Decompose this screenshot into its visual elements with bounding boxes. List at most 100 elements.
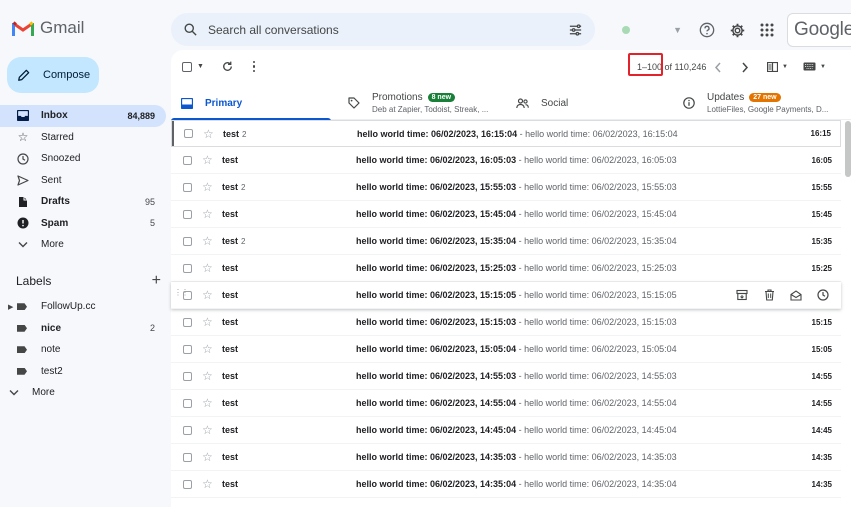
- gmail-logo[interactable]: Gmail: [12, 18, 84, 38]
- status-selector[interactable]: ▼: [614, 19, 690, 41]
- scrollbar[interactable]: [845, 121, 851, 177]
- email-row[interactable]: ☆ test hello world time: 06/02/2023, 14:35…: [171, 471, 841, 498]
- row-checkbox[interactable]: [183, 479, 192, 489]
- row-checkbox[interactable]: [183, 317, 192, 327]
- sender-name: test: [222, 479, 239, 489]
- more-options-icon[interactable]: [251, 60, 257, 73]
- email-subject: hello world time: 06/02/2023, 14:45:04: [356, 425, 517, 435]
- labels-header: Labels +: [16, 273, 161, 289]
- row-checkbox[interactable]: [184, 129, 193, 138]
- next-page-icon[interactable]: [741, 62, 749, 73]
- email-snippet: hello world time: 06/02/2023, 16:05:03: [524, 155, 677, 165]
- email-row[interactable]: ☆ test 2 hello world time: 06/02/2023, 15:3…: [171, 228, 841, 255]
- star-icon[interactable]: ☆: [202, 451, 213, 463]
- email-row[interactable]: ⋮⋮ ☆ test hello world time: 06/02/2023, 15:…: [171, 282, 841, 309]
- select-dropdown-icon[interactable]: ▼: [197, 63, 204, 70]
- search-bar[interactable]: Search all conversations: [171, 13, 595, 46]
- star-icon[interactable]: ☆: [202, 154, 213, 166]
- star-icon[interactable]: ☆: [202, 208, 213, 220]
- split-pane-toggle[interactable]: ▼: [767, 62, 788, 72]
- sidebar-item-spam[interactable]: Spam 5: [0, 213, 166, 235]
- row-checkbox[interactable]: [183, 371, 192, 381]
- google-account-button[interactable]: Google: [787, 13, 851, 47]
- sidebar-item-snoozed[interactable]: Snoozed: [0, 148, 166, 170]
- star-icon[interactable]: ☆: [202, 181, 213, 193]
- add-label-icon[interactable]: +: [152, 273, 161, 289]
- row-checkbox[interactable]: [183, 398, 192, 408]
- sidebar-item-starred[interactable]: ☆ Starred: [0, 127, 166, 149]
- sender-name: test: [222, 452, 239, 462]
- archive-icon[interactable]: [734, 287, 750, 303]
- apps-grid-icon[interactable]: [757, 20, 777, 40]
- select-all-checkbox[interactable]: [182, 62, 192, 72]
- email-row[interactable]: ☆ test hello world time: 06/02/2023, 15:45…: [171, 201, 841, 228]
- help-icon[interactable]: [697, 20, 717, 40]
- row-checkbox[interactable]: [183, 236, 192, 246]
- star-icon[interactable]: ☆: [202, 343, 213, 355]
- email-row[interactable]: ☆ test hello world time: 06/02/2023, 14:55…: [171, 363, 841, 390]
- tab-primary[interactable]: Primary: [171, 86, 331, 121]
- email-row[interactable]: ☆ test hello world time: 06/02/2023, 16:05…: [171, 147, 841, 174]
- row-checkbox[interactable]: [183, 182, 192, 192]
- star-icon[interactable]: ☆: [202, 289, 213, 301]
- star-icon[interactable]: ☆: [202, 316, 213, 328]
- tab-senders: LottieFiles, Google Payments, D...: [707, 105, 829, 114]
- sidebar-item-sent[interactable]: Sent: [0, 170, 166, 192]
- star-icon[interactable]: ☆: [203, 128, 214, 140]
- star-icon[interactable]: ☆: [202, 424, 213, 436]
- row-checkbox[interactable]: [183, 209, 192, 219]
- prev-page-icon[interactable]: [714, 62, 722, 73]
- mark-unread-icon[interactable]: [788, 287, 804, 303]
- email-subject-snippet: hello world time: 06/02/2023, 14:45:04 -…: [356, 425, 677, 435]
- email-row[interactable]: ☆ test 2 hello world time: 06/02/2023, 15:5…: [171, 174, 841, 201]
- drag-handle-icon[interactable]: ⋮⋮: [174, 288, 189, 300]
- email-time: 14:55: [811, 371, 832, 381]
- settings-gear-icon[interactable]: [727, 20, 747, 40]
- search-input[interactable]: Search all conversations: [208, 23, 568, 37]
- input-tools-toggle[interactable]: ▼: [803, 62, 826, 71]
- row-checkbox[interactable]: [183, 425, 192, 435]
- star-icon[interactable]: ☆: [202, 370, 213, 382]
- email-subject: hello world time: 06/02/2023, 14:55:03: [356, 371, 517, 381]
- star-icon[interactable]: ☆: [202, 397, 213, 409]
- tab-promotions[interactable]: Promotions 8 new Deb at Zapier, Todoist,…: [348, 86, 508, 120]
- tab-social[interactable]: Social: [516, 86, 676, 120]
- email-row[interactable]: ☆ test hello world time: 06/02/2023, 15:15…: [171, 309, 841, 336]
- email-row[interactable]: ☆ test 2 hello world time: 06/02/2023, 16:1…: [171, 120, 841, 147]
- row-checkbox[interactable]: [183, 263, 192, 273]
- email-row[interactable]: ☆ test hello world time: 06/02/2023, 15:05…: [171, 336, 841, 363]
- email-row[interactable]: ☆ test hello world time: 06/02/2023, 15:25…: [171, 255, 841, 282]
- row-checkbox[interactable]: [183, 452, 192, 462]
- chevron-down-icon: ▼: [673, 25, 682, 35]
- inbox-icon: [17, 110, 29, 122]
- labels-more[interactable]: More: [0, 382, 166, 404]
- star-icon[interactable]: ☆: [202, 478, 213, 490]
- email-row[interactable]: ☆ test hello world time: 06/02/2023, 14:45…: [171, 417, 841, 444]
- pencil-icon: [18, 69, 30, 81]
- sidebar-item-drafts[interactable]: Drafts 95: [0, 191, 166, 213]
- row-checkbox[interactable]: [183, 344, 192, 354]
- email-row[interactable]: ☆ test hello world time: 06/02/2023, 14:55…: [171, 390, 841, 417]
- email-subject-snippet: hello world time: 06/02/2023, 14:35:04 -…: [356, 479, 677, 489]
- label-item-note[interactable]: note: [0, 339, 166, 361]
- delete-icon[interactable]: [761, 287, 777, 303]
- search-icon[interactable]: [183, 22, 198, 37]
- star-icon[interactable]: ☆: [202, 262, 213, 274]
- sidebar-item-more[interactable]: More: [0, 234, 166, 256]
- refresh-icon[interactable]: [221, 60, 234, 73]
- row-checkbox[interactable]: [183, 155, 192, 165]
- sidebar-item-inbox[interactable]: Inbox 84,889: [0, 105, 166, 127]
- label-item-test2[interactable]: test2: [0, 361, 166, 383]
- sidebar-nav: Inbox 84,889 ☆ Starred Snoozed Sent Draf…: [0, 105, 166, 256]
- search-options-icon[interactable]: [568, 23, 583, 37]
- compose-button[interactable]: Compose: [7, 57, 99, 93]
- caret-right-icon[interactable]: ▶: [8, 303, 17, 311]
- label-item-followup[interactable]: ▶ FollowUp.cc: [0, 296, 166, 318]
- email-snippet: hello world time: 06/02/2023, 14:55:03: [524, 371, 677, 381]
- snooze-icon[interactable]: [815, 287, 831, 303]
- star-icon[interactable]: ☆: [202, 235, 213, 247]
- email-row[interactable]: ☆ test hello world time: 06/02/2023, 14:35…: [171, 444, 841, 471]
- label-item-nice[interactable]: nice 2: [0, 318, 166, 340]
- row-checkbox[interactable]: [183, 290, 192, 300]
- tab-updates[interactable]: Updates 27 new LottieFiles, Google Payme…: [683, 86, 851, 120]
